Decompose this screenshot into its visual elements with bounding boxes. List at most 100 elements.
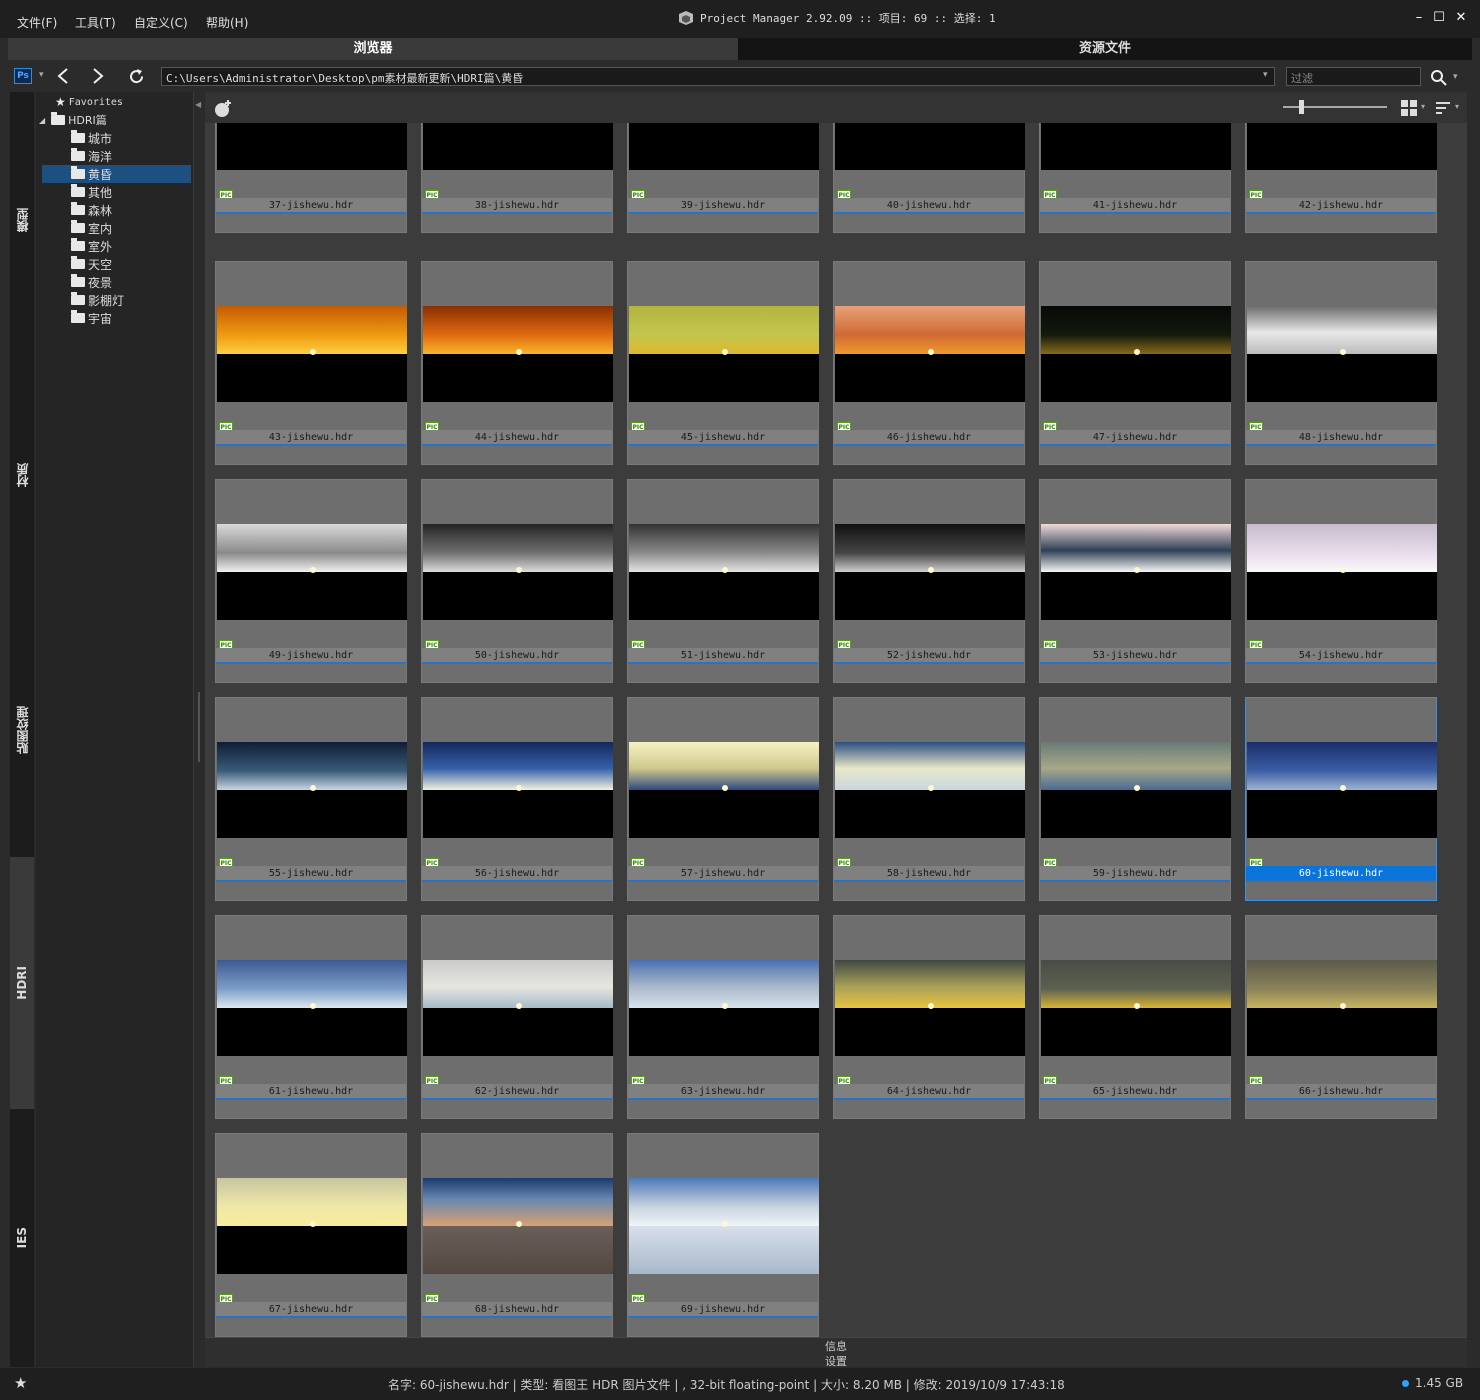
menu-file[interactable]: 文件(F)	[17, 14, 57, 31]
file-card[interactable]: PIC 49-jishewu.hdr	[215, 479, 407, 683]
sun-glow	[1134, 785, 1140, 791]
file-card[interactable]: PIC 55-jishewu.hdr	[215, 697, 407, 901]
file-card[interactable]: PIC 44-jishewu.hdr	[421, 261, 613, 465]
file-card[interactable]: PIC 54-jishewu.hdr	[1245, 479, 1437, 683]
vtab-textures[interactable]: 贴图纹理	[10, 602, 34, 857]
forward-icon[interactable]	[91, 68, 105, 84]
tree-favorites[interactable]: ★ Favorites	[36, 93, 191, 111]
file-card[interactable]: PIC 52-jishewu.hdr	[833, 479, 1025, 683]
star-icon: ★	[55, 95, 66, 109]
tree-item-label: 室外	[88, 239, 113, 254]
file-card[interactable]: PIC 62-jishewu.hdr	[421, 915, 613, 1119]
vtab-ies[interactable]: IES	[10, 1109, 34, 1367]
app-title-text: Project Manager 2.92.09 :: 项目: 69 :: 选择:…	[700, 12, 996, 25]
close-button[interactable]: ✕	[1452, 10, 1470, 25]
tree-item[interactable]: 城市	[36, 129, 191, 147]
sort-icon[interactable]	[1435, 100, 1451, 116]
tree-item[interactable]: 夜景	[36, 273, 191, 291]
collapse-left-icon[interactable]: ◀	[195, 100, 201, 109]
tree-item[interactable]: 室外	[36, 237, 191, 255]
file-card[interactable]: PIC 67-jishewu.hdr	[215, 1133, 407, 1337]
menu-customize[interactable]: 自定义(C)	[134, 14, 188, 31]
sun-glow	[310, 1221, 316, 1227]
disk-usage: 1.45 GB	[1402, 1376, 1463, 1390]
file-card[interactable]: PIC 51-jishewu.hdr	[627, 479, 819, 683]
file-card[interactable]: PIC 48-jishewu.hdr	[1245, 261, 1437, 465]
thumbnail-sky	[423, 524, 613, 572]
tree-item[interactable]: 天空	[36, 255, 191, 273]
file-card[interactable]: PIC 59-jishewu.hdr	[1039, 697, 1231, 901]
tree-item[interactable]: 宇宙	[36, 309, 191, 327]
zoom-slider-thumb[interactable]	[1299, 100, 1304, 114]
photoshop-icon[interactable]: Ps	[14, 68, 32, 84]
sort-dropdown-icon[interactable]: ▾	[1455, 102, 1459, 111]
tree-item[interactable]: 其他	[36, 183, 191, 201]
file-card[interactable]: PIC 47-jishewu.hdr	[1039, 261, 1231, 465]
tree-item-label: 黄昏	[88, 167, 113, 182]
minimize-button[interactable]: –	[1410, 10, 1428, 25]
hdr-thumbnail	[217, 742, 407, 838]
search-icon[interactable]	[1430, 69, 1447, 86]
settings-tab[interactable]: 设置	[205, 1353, 1467, 1369]
menu-help[interactable]: 帮助(H)	[206, 14, 248, 31]
info-tab[interactable]: 信息	[205, 1338, 1467, 1354]
file-card[interactable]: PIC 53-jishewu.hdr	[1039, 479, 1231, 683]
file-card[interactable]: PIC 65-jishewu.hdr	[1039, 915, 1231, 1119]
file-card[interactable]: PIC 43-jishewu.hdr	[215, 261, 407, 465]
tree-item[interactable]: 森林	[36, 201, 191, 219]
file-card[interactable]: PIC 60-jishewu.hdr	[1245, 697, 1437, 901]
tree-root-hdri[interactable]: ◢ HDRI篇	[36, 111, 191, 129]
app-dropdown-icon[interactable]: ▾	[39, 70, 44, 80]
tree-item[interactable]: 海洋	[36, 147, 191, 165]
refresh-icon[interactable]	[128, 68, 145, 85]
file-card[interactable]: PIC 57-jishewu.hdr	[627, 697, 819, 901]
file-name-label: 44-jishewu.hdr	[422, 430, 612, 446]
maximize-button[interactable]: ☐	[1430, 10, 1448, 25]
tab-resources[interactable]: 资源文件	[738, 38, 1472, 60]
path-field[interactable]: C:\Users\Administrator\Desktop\pm素材最新更新\…	[161, 67, 1275, 86]
address-row: Ps ▾ C:\Users\Administrator\Desktop\pm素材…	[0, 62, 1480, 90]
file-card[interactable]: PIC 66-jishewu.hdr	[1245, 915, 1437, 1119]
file-card[interactable]: PIC 58-jishewu.hdr	[833, 697, 1025, 901]
search-dropdown-icon[interactable]: ▾	[1453, 72, 1458, 82]
tree-item[interactable]: 影棚灯	[36, 291, 191, 309]
favorite-star-icon[interactable]: ★	[14, 1374, 27, 1392]
back-icon[interactable]	[56, 68, 70, 84]
file-name-label: 58-jishewu.hdr	[834, 866, 1024, 882]
sun-glow	[722, 785, 728, 791]
file-card[interactable]: PIC 45-jishewu.hdr	[627, 261, 819, 465]
sun-glow	[310, 567, 316, 573]
file-name-label: 68-jishewu.hdr	[422, 1302, 612, 1318]
hdr-thumbnail	[217, 1178, 407, 1274]
vtab-hdri[interactable]: HDRI	[10, 857, 34, 1109]
vtab-materials[interactable]: 材质	[10, 347, 34, 602]
file-card[interactable]: PIC 69-jishewu.hdr	[627, 1133, 819, 1337]
file-card[interactable]: PIC 50-jishewu.hdr	[421, 479, 613, 683]
collapse-arrow-icon[interactable]: ◢	[39, 116, 45, 125]
thumbnail-sky	[423, 742, 613, 790]
splitter-handle[interactable]	[198, 692, 200, 762]
sun-glow	[1340, 785, 1346, 791]
info-panel: 信息 设置	[205, 1337, 1467, 1369]
tree-item[interactable]: 黄昏	[42, 165, 191, 183]
view-dropdown-icon[interactable]: ▾	[1421, 102, 1425, 111]
tab-browser[interactable]: 浏览器	[8, 38, 738, 60]
tree-item[interactable]: 室内	[36, 219, 191, 237]
thumbnail-sky	[1247, 306, 1437, 354]
vtab-models[interactable]: 模型	[10, 92, 34, 347]
grid-view-icon[interactable]	[1401, 100, 1417, 116]
file-card[interactable]: PIC 63-jishewu.hdr	[627, 915, 819, 1119]
file-name-label: 43-jishewu.hdr	[216, 430, 406, 446]
menu-tools[interactable]: 工具(T)	[75, 14, 116, 31]
file-card[interactable]: PIC 56-jishewu.hdr	[421, 697, 613, 901]
filter-input[interactable]: 过滤	[1286, 67, 1421, 86]
file-card[interactable]: PIC 46-jishewu.hdr	[833, 261, 1025, 465]
splitter[interactable]: ◀	[194, 92, 205, 1367]
add-folder-icon[interactable]	[213, 99, 233, 119]
file-card[interactable]: PIC 61-jishewu.hdr	[215, 915, 407, 1119]
sun-glow	[928, 785, 934, 791]
file-card[interactable]: PIC 64-jishewu.hdr	[833, 915, 1025, 1119]
file-card[interactable]: PIC 68-jishewu.hdr	[421, 1133, 613, 1337]
path-dropdown-icon[interactable]: ▾	[1263, 70, 1268, 80]
hdr-thumbnail	[835, 524, 1025, 620]
